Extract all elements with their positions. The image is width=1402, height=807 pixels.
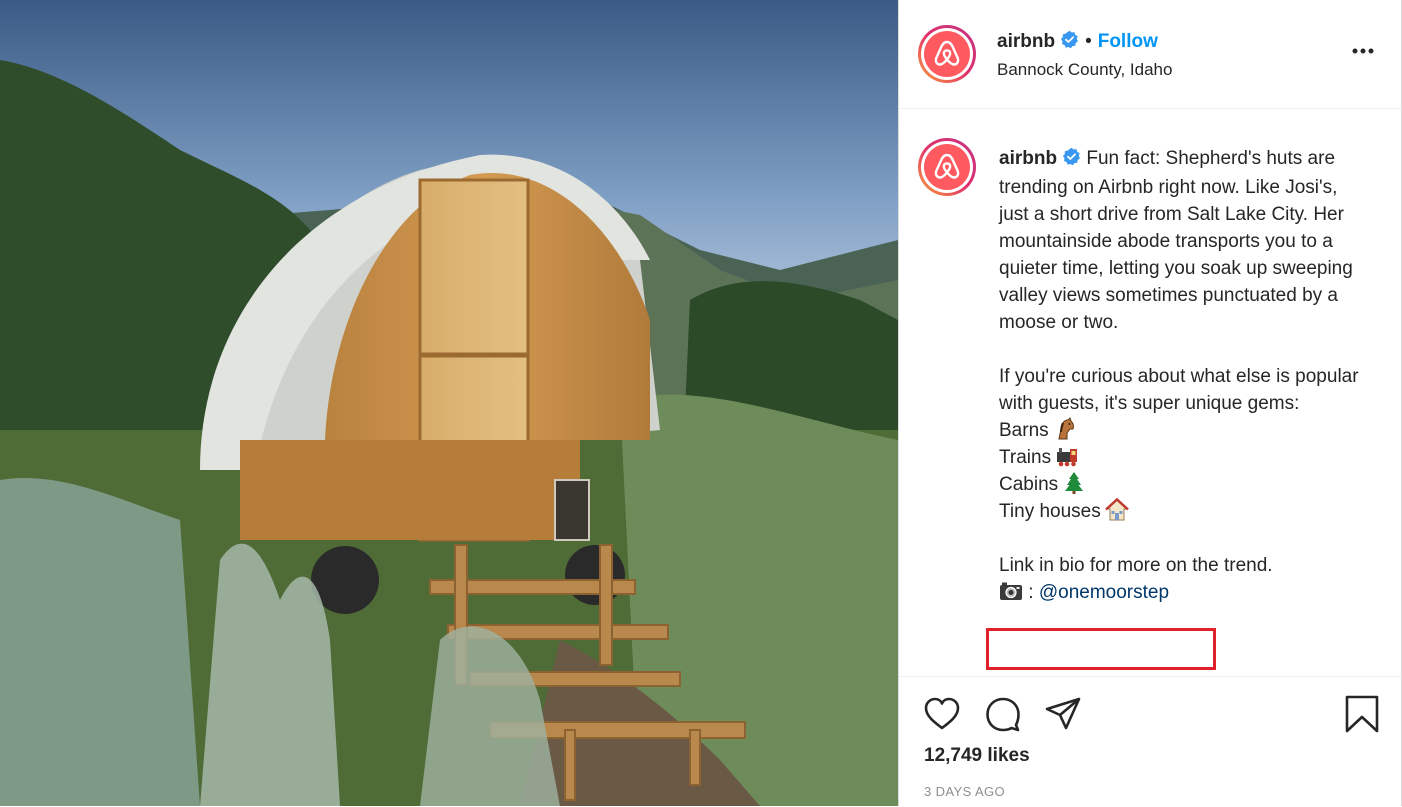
bookmark-save-icon[interactable] [1343, 695, 1381, 733]
post-username[interactable]: airbnb [997, 31, 1055, 52]
house-emoji-icon [1104, 497, 1129, 522]
post-header: airbnb • Follow Bannock County, Idaho [899, 0, 1401, 109]
post-actions: 12,749 likes 3 DAYS AGO [899, 676, 1401, 807]
verified-badge-icon [1060, 30, 1079, 54]
train-emoji-icon [1055, 444, 1079, 468]
follow-button[interactable]: Follow [1098, 31, 1158, 52]
post-image[interactable] [0, 0, 898, 806]
list-item: Barns [999, 417, 1371, 444]
credit-separator: : [1028, 582, 1034, 603]
post-caption: airbnb Fun fact: Shepherd's huts are tre… [999, 145, 1371, 606]
photo-credit-line: : @onemoorstep [999, 579, 1371, 606]
horse-emoji-icon [1053, 417, 1077, 441]
list-item: Tiny houses [999, 497, 1371, 525]
post-location[interactable]: Bannock County, Idaho [997, 60, 1172, 80]
tree-emoji-icon [1062, 471, 1086, 495]
caption-username[interactable]: airbnb [999, 148, 1057, 169]
share-send-icon[interactable] [1044, 695, 1082, 733]
highlight-box [986, 628, 1216, 670]
comment-icon[interactable] [984, 695, 1022, 733]
shepherds-hut-photo [0, 0, 898, 806]
airbnb-logo-icon [924, 144, 970, 190]
more-options-icon[interactable] [1351, 42, 1375, 60]
like-heart-icon[interactable] [923, 695, 961, 733]
verified-badge-icon [1062, 147, 1081, 174]
separator-dot: • [1085, 31, 1092, 52]
caption-link-line: Link in bio for more on the trend. [999, 555, 1273, 576]
post-sidebar: airbnb • Follow Bannock County, Idaho airb… [898, 0, 1402, 806]
caption-text-question: If you're curious about what else is pop… [999, 366, 1359, 414]
airbnb-logo-icon [924, 31, 970, 77]
credit-handle-link[interactable]: @onemoorstep [1039, 582, 1169, 603]
post-timestamp[interactable]: 3 DAYS AGO [924, 784, 1005, 799]
camera-emoji-icon [999, 579, 1023, 603]
caption-text-intro: Fun fact: Shepherd's huts are trending o… [999, 148, 1353, 333]
list-item: Trains [999, 444, 1371, 471]
avatar[interactable] [918, 25, 976, 83]
list-item: Cabins [999, 471, 1371, 498]
caption-avatar[interactable] [918, 138, 976, 196]
likes-count[interactable]: 12,749 likes [924, 745, 1030, 767]
